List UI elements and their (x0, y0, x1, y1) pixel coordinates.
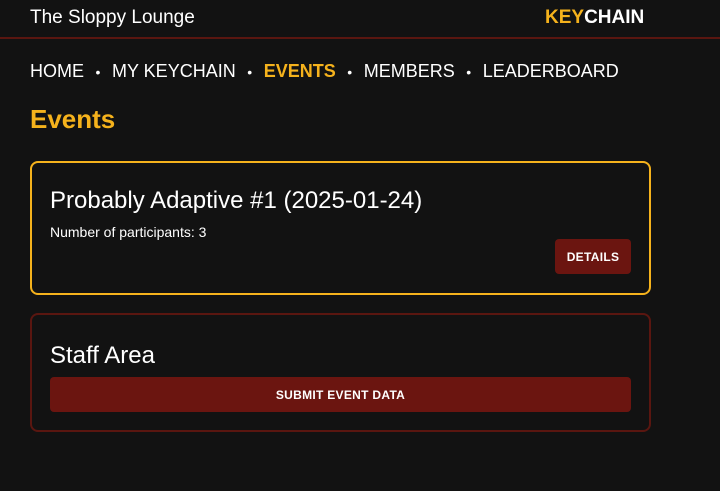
staff-area-title: Staff Area (50, 342, 155, 369)
nav-separator: • (347, 63, 353, 80)
participant-count: Number of participants: 3 (50, 224, 207, 240)
nav-item-my-keychain[interactable]: MY KEYCHAIN (112, 61, 236, 82)
page-title: Events (30, 104, 116, 134)
nav-item-leaderboard[interactable]: LEADERBOARD (483, 61, 619, 82)
brand-logo[interactable]: KEYCHAIN (545, 7, 644, 29)
event-title: Probably Adaptive #1 (2025-01-24) (50, 187, 423, 214)
nav-separator: • (247, 63, 253, 80)
details-button[interactable]: DETAILS (555, 239, 631, 274)
staff-area-card: Staff Area SUBMIT EVENT DATA (30, 313, 651, 432)
site-title[interactable]: The Sloppy Lounge (30, 7, 195, 29)
top-bar: The Sloppy Lounge KEYCHAIN (0, 0, 720, 39)
submit-event-data-button[interactable]: SUBMIT EVENT DATA (50, 377, 631, 412)
nav-separator: • (466, 63, 472, 80)
brand-key-text: KEY (545, 7, 585, 28)
nav-item-home[interactable]: HOME (30, 61, 84, 82)
main-nav: HOME • MY KEYCHAIN • EVENTS • MEMBERS • … (30, 61, 619, 82)
nav-item-members[interactable]: MEMBERS (364, 61, 455, 82)
nav-item-events[interactable]: EVENTS (264, 61, 336, 82)
nav-separator: • (95, 63, 101, 80)
brand-chain-text: CHAIN (584, 7, 645, 28)
event-card: Probably Adaptive #1 (2025-01-24) Number… (30, 161, 651, 295)
